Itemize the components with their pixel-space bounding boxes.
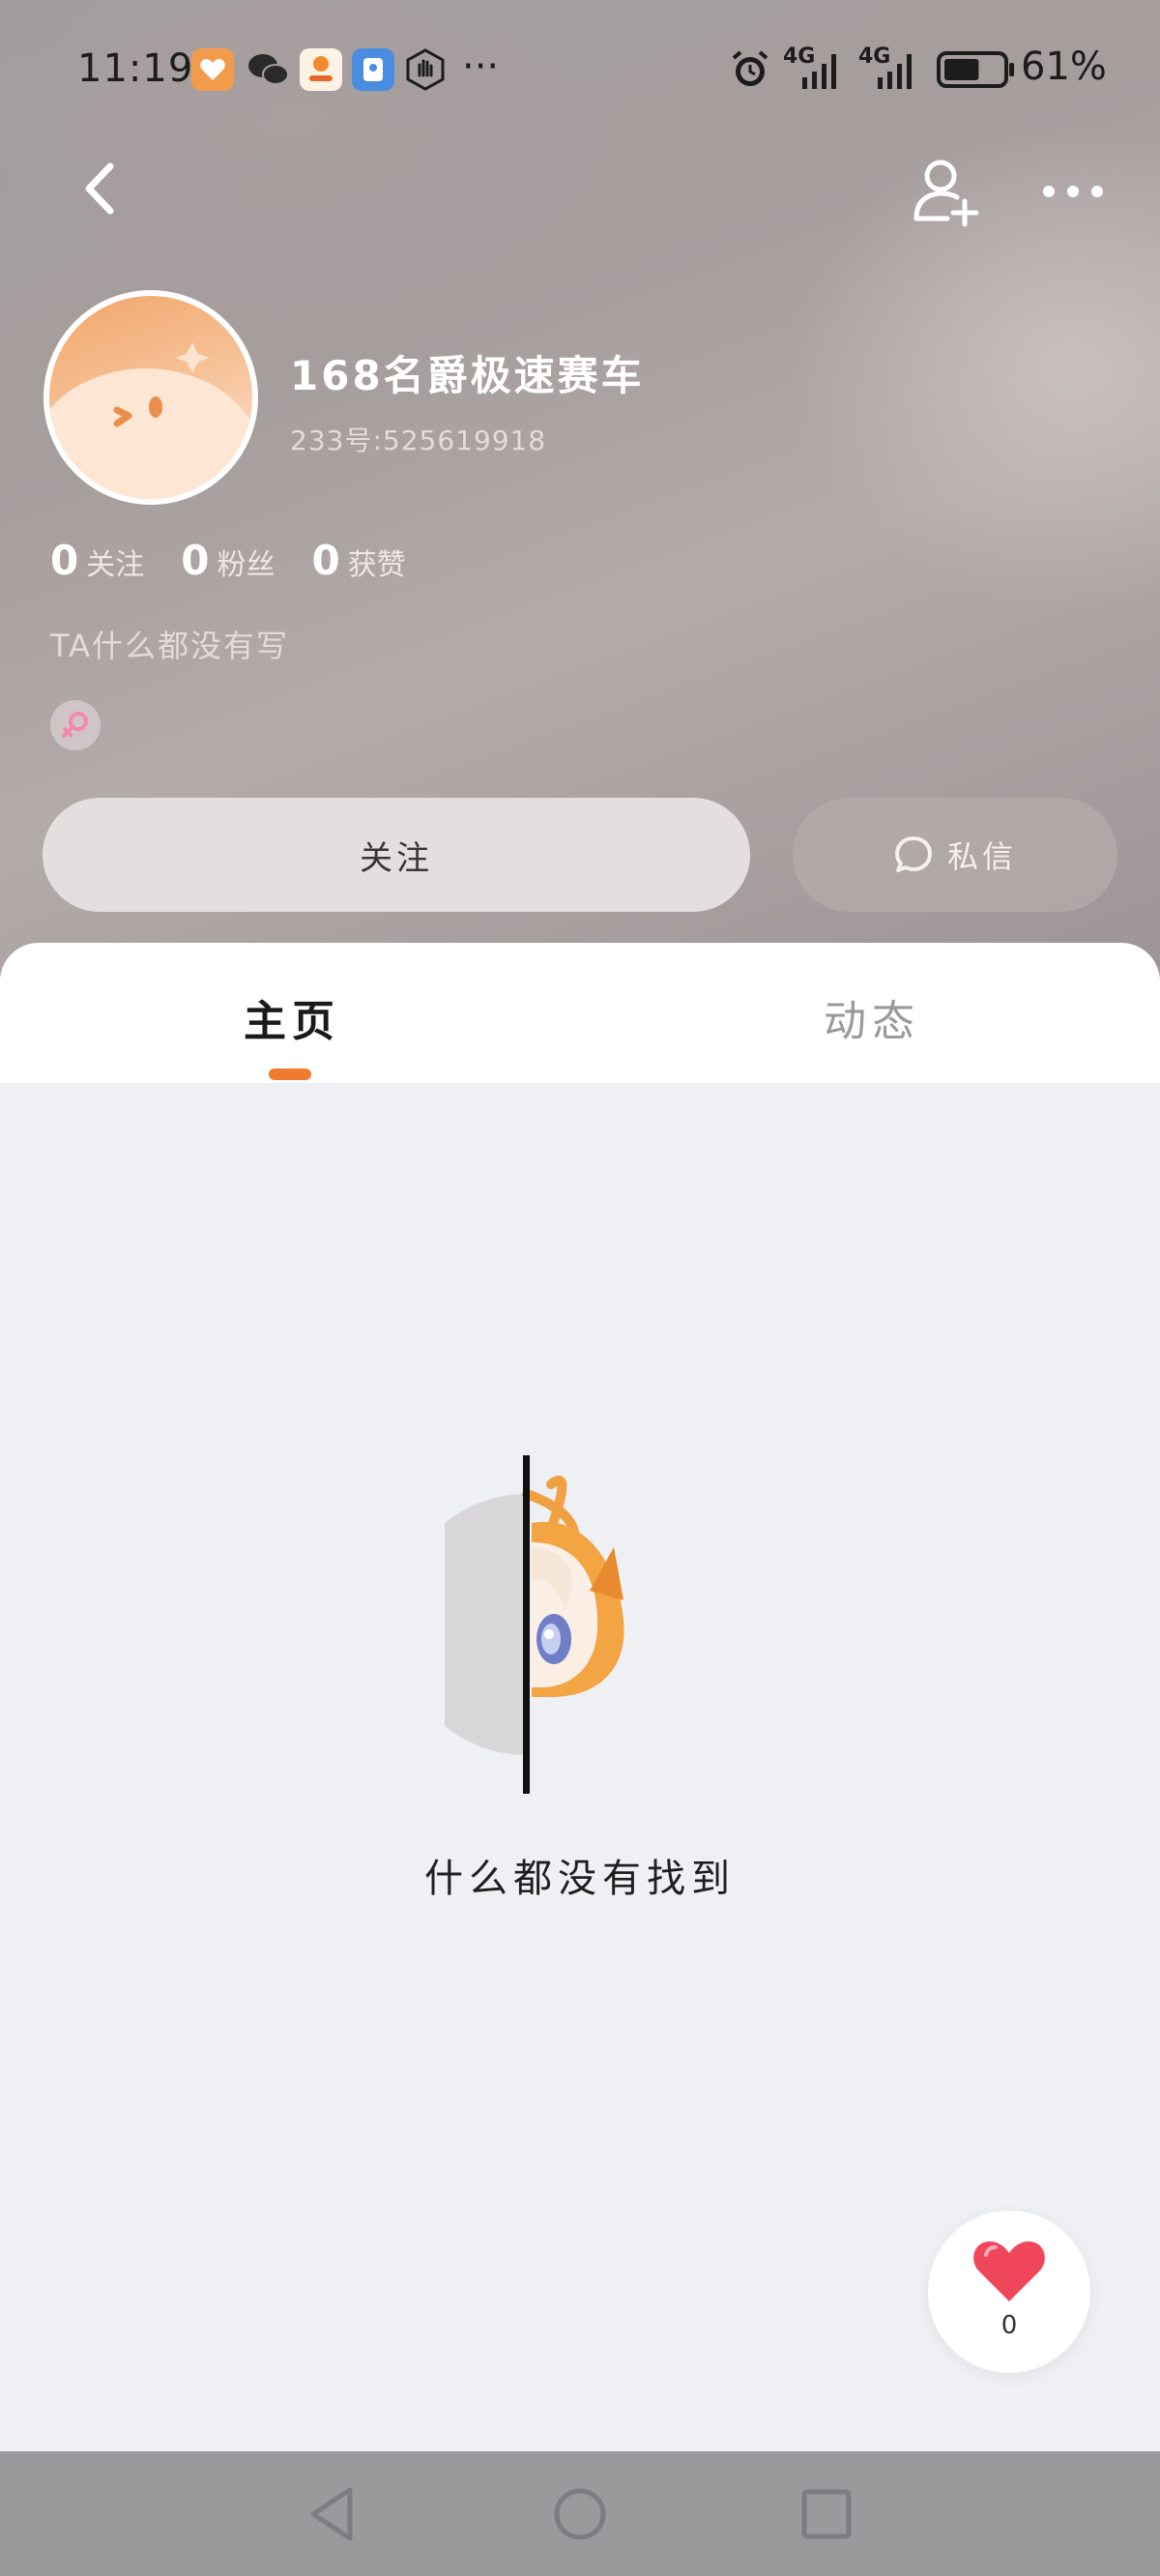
active-tab-indicator xyxy=(269,1068,311,1080)
gender-badge xyxy=(50,700,101,750)
peeking-character-illustration xyxy=(396,1455,638,1794)
app-notification-icon xyxy=(191,48,234,91)
alarm-icon xyxy=(729,48,771,91)
nav-home-button[interactable] xyxy=(546,2480,614,2548)
system-navigation-bar xyxy=(0,2451,1160,2576)
app-icon xyxy=(352,48,394,91)
signal-icon xyxy=(798,48,845,95)
app-icon xyxy=(300,48,342,91)
signal-icon xyxy=(874,48,920,95)
more-horizontal-icon xyxy=(1043,186,1103,197)
profile-stats: 0 关注 0 粉丝 0 获赞 xyxy=(50,537,443,585)
following-label: 关注 xyxy=(86,548,145,582)
home-circle-icon xyxy=(554,2488,606,2540)
following-stat[interactable]: 0 关注 xyxy=(50,537,144,584)
wechat-icon xyxy=(246,48,289,91)
female-icon xyxy=(62,712,88,738)
status-time: 11:19 xyxy=(77,46,194,91)
likes-stat[interactable]: 0 获赞 xyxy=(311,537,405,584)
heart-icon xyxy=(973,2241,1045,2301)
followers-stat[interactable]: 0 粉丝 xyxy=(181,537,275,584)
battery-percent: 61% xyxy=(1021,44,1107,89)
message-button[interactable]: 私信 xyxy=(793,798,1117,912)
tab-home[interactable]: 主页 xyxy=(244,986,340,1048)
add-user-icon xyxy=(914,160,979,227)
following-count: 0 xyxy=(50,537,79,584)
avatar[interactable] xyxy=(44,290,258,505)
recents-square-icon xyxy=(801,2489,852,2539)
bio: TA什么都没有写 xyxy=(50,628,289,664)
gesture-icon xyxy=(404,48,447,91)
battery-icon xyxy=(936,50,1017,93)
empty-state-text: 什么都没有找到 xyxy=(424,1857,736,1901)
user-id: 233号:525619918 xyxy=(290,424,547,456)
like-button[interactable]: 0 xyxy=(928,2210,1090,2373)
username: 168名爵极速赛车 xyxy=(290,352,645,399)
followers-count: 0 xyxy=(181,537,210,584)
profile-tabs: 主页 动态 xyxy=(0,943,1160,1083)
tab-feed[interactable]: 动态 xyxy=(824,986,920,1048)
likes-count: 0 xyxy=(311,537,340,584)
more-notifications-indicator: ··· xyxy=(462,44,500,89)
nav-recents-button[interactable] xyxy=(793,2480,860,2548)
back-triangle-icon xyxy=(310,2487,353,2541)
chevron-left-icon xyxy=(85,162,114,215)
like-count: 0 xyxy=(1000,2311,1018,2340)
likes-label: 获赞 xyxy=(347,548,406,582)
message-button-label: 私信 xyxy=(946,838,1017,875)
nav-back-button[interactable] xyxy=(300,2480,367,2548)
add-friend-button[interactable] xyxy=(909,155,986,228)
back-button[interactable] xyxy=(77,155,126,222)
follow-button[interactable]: 关注 xyxy=(43,798,750,912)
more-options-button[interactable] xyxy=(1039,174,1107,209)
chat-bubble-icon xyxy=(894,836,932,872)
followers-label: 粉丝 xyxy=(217,548,276,582)
status-bar: 11:19 ··· 4G 4G 61% xyxy=(0,39,1160,106)
